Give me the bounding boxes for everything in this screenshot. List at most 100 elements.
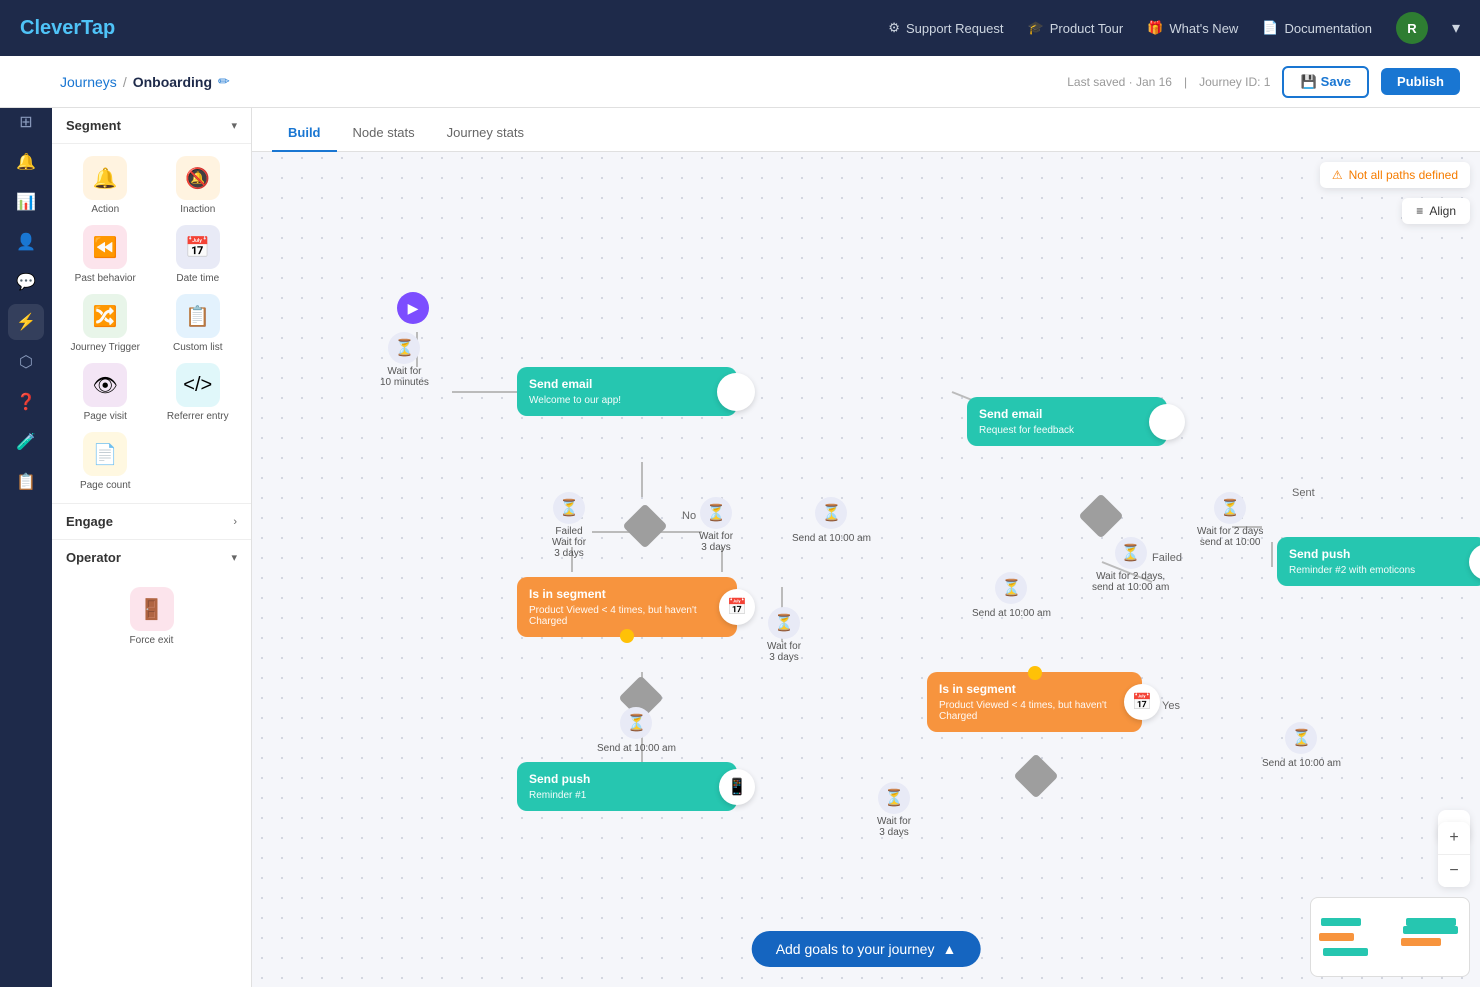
page-count-label: Page count xyxy=(80,480,131,491)
engage-row[interactable]: Engage › xyxy=(52,504,251,539)
send-at-10am-4-node[interactable]: ⏳ Send at 10:00 am xyxy=(1262,722,1341,769)
breadcrumb-parent[interactable]: Journeys xyxy=(60,74,117,90)
send-push-2-node[interactable]: Send push Reminder #2 with emoticons 📱 xyxy=(1277,537,1480,586)
wait-3days-icon: ⏳ xyxy=(700,497,732,529)
sidebar-support-icon[interactable]: ❓ xyxy=(8,384,44,420)
segment-1-node[interactable]: Is in segment Product Viewed < 4 times, … xyxy=(517,577,737,637)
sidebar-reports-icon[interactable]: 📋 xyxy=(8,464,44,500)
custom-list-label: Custom list xyxy=(173,342,222,353)
segment-chevron-icon: ▾ xyxy=(231,119,237,132)
send-at-10am-1-node[interactable]: ⏳ Send at 10:00 am xyxy=(792,497,871,544)
force-exit-node-item[interactable]: 🚪 Force exit xyxy=(52,575,251,658)
left-sidebar: DE ▾ ⊞ 🔔 📊 👤 💬 ⚡ ⬡ ❓ 🧪 📋 xyxy=(0,56,52,987)
engage-label: Engage xyxy=(66,514,113,529)
send-push-1-node[interactable]: Send push Reminder #1 📱 xyxy=(517,762,737,811)
second-bar-right: Last saved · Jan 16 | Journey ID: 1 💾 Sa… xyxy=(1067,66,1460,98)
mini-map-inner xyxy=(1311,898,1469,976)
sidebar-segments-icon[interactable]: ⬡ xyxy=(8,344,44,380)
page-visit-node-item[interactable]: 👁 Page visit xyxy=(64,363,147,422)
segment-2-node[interactable]: Is in segment Product Viewed < 4 times, … xyxy=(927,672,1142,732)
save-button[interactable]: 💾 Save xyxy=(1282,66,1369,98)
add-goals-chevron: ▲ xyxy=(942,941,956,957)
publish-button[interactable]: Publish xyxy=(1381,68,1460,95)
wait-2days-sent-label: Wait for 2 dayssend at 10:00 xyxy=(1197,526,1263,548)
engage-section: Engage › xyxy=(52,503,251,539)
wait-3days-mid-node[interactable]: ⏳ Wait for3 days xyxy=(767,607,801,663)
custom-list-icon-box: 📋 xyxy=(176,294,220,338)
journey-id-text: Journey ID: 1 xyxy=(1199,75,1270,89)
inaction-node-item[interactable]: 🔕 Inaction xyxy=(157,156,240,215)
sidebar-analytics-icon[interactable]: 📊 xyxy=(8,184,44,220)
journey-trigger-node-item[interactable]: 🔀 Journey Trigger xyxy=(64,294,147,353)
action-node-item[interactable]: 🔔 Action xyxy=(64,156,147,215)
segment-2-badge: 📅 xyxy=(1124,684,1160,720)
operator-row[interactable]: Operator ▾ xyxy=(52,540,251,575)
datetime-label: Date time xyxy=(176,273,219,284)
user-avatar[interactable]: R xyxy=(1396,12,1428,44)
support-icon: ⚙ xyxy=(888,20,900,36)
custom-list-node-item[interactable]: 📋 Custom list xyxy=(157,294,240,353)
send-email-1-title: Send email xyxy=(529,377,725,391)
past-behavior-node-item[interactable]: ⏪ Past behavior xyxy=(64,225,147,284)
sidebar-experiments-icon[interactable]: 🧪 xyxy=(8,424,44,460)
nav-links: ⚙ Support Request 🎓 Product Tour 🎁 What'… xyxy=(888,12,1460,44)
decision-diamond-1[interactable] xyxy=(622,503,667,548)
wait-10min-node[interactable]: ⏳ Wait for10 minutes xyxy=(380,332,429,388)
sidebar-home-icon[interactable]: ⊞ xyxy=(8,104,44,140)
page-count-icon-box: 📄 xyxy=(83,432,127,476)
send-at-10am-2-node[interactable]: ⏳ Send at 10:00 am xyxy=(597,707,676,754)
wait-3days-mid-icon: ⏳ xyxy=(768,607,800,639)
datetime-node-item[interactable]: 📅 Date time xyxy=(157,225,240,284)
sidebar-campaigns-icon[interactable]: 💬 xyxy=(8,264,44,300)
page-count-node-item[interactable]: 📄 Page count xyxy=(64,432,147,491)
support-request-link[interactable]: ⚙ Support Request xyxy=(888,20,1003,36)
wait-3days-node[interactable]: ⏳ Wait for3 days xyxy=(699,497,733,553)
operator-section: Operator ▾ xyxy=(52,539,251,575)
segment-2-subtitle: Product Viewed < 4 times, but haven't Ch… xyxy=(939,700,1130,722)
align-icon: ≡ xyxy=(1416,204,1423,218)
build-tab[interactable]: Build xyxy=(272,115,337,152)
referrer-node-item[interactable]: </> Referrer entry xyxy=(157,363,240,422)
product-tour-link[interactable]: 🎓 Product Tour xyxy=(1028,20,1124,36)
save-icon: 💾 xyxy=(1300,74,1316,90)
gift-icon: 🎁 xyxy=(1147,20,1163,36)
inaction-label: Inaction xyxy=(180,204,215,215)
datetime-icon-box: 📅 xyxy=(176,225,220,269)
whats-new-link[interactable]: 🎁 What's New xyxy=(1147,20,1238,36)
action-label: Action xyxy=(91,204,119,215)
sidebar-notifications-icon[interactable]: 🔔 xyxy=(8,144,44,180)
user-chevron-icon[interactable]: ▾ xyxy=(1452,18,1460,38)
journey-stats-tab[interactable]: Journey stats xyxy=(431,115,540,152)
zoom-out-button[interactable]: − xyxy=(1438,855,1470,887)
align-button[interactable]: ≡ Align xyxy=(1402,198,1470,224)
segment-header[interactable]: Segment ▾ xyxy=(52,108,251,144)
segment-label: Segment xyxy=(66,118,121,133)
wait-2days-failed-node[interactable]: ⏳ Wait for 2 days,send at 10:00 am xyxy=(1092,537,1169,593)
doc-icon: 📄 xyxy=(1262,20,1278,36)
send-email-1-node[interactable]: Send email Welcome to our app! ✉ xyxy=(517,367,737,416)
wait-3days-failed-node[interactable]: ⏳ FailedWait for3 days xyxy=(552,492,586,559)
node-stats-tab[interactable]: Node stats xyxy=(337,115,431,152)
edit-icon[interactable]: ✏ xyxy=(218,73,230,90)
segment-1-badge: 📅 xyxy=(719,589,755,625)
send-at-10am-3-node[interactable]: ⏳ Send at 10:00 am xyxy=(972,572,1051,619)
sidebar-users-icon[interactable]: 👤 xyxy=(8,224,44,260)
decision-diamond-4[interactable] xyxy=(1013,753,1058,798)
wait-3days-bottom-node[interactable]: ⏳ Wait for3 days xyxy=(877,782,911,838)
wait-icon: ⏳ xyxy=(388,332,420,364)
second-bar: Journeys / Onboarding ✏ Last saved · Jan… xyxy=(0,56,1480,108)
zoom-in-button[interactable]: + xyxy=(1438,822,1470,854)
decision-diamond-3[interactable] xyxy=(1078,493,1123,538)
warning-text: Not all paths defined xyxy=(1349,168,1458,182)
documentation-link[interactable]: 📄 Documentation xyxy=(1262,20,1372,36)
send-email-2-node[interactable]: Send email Request for feedback ✉ xyxy=(967,397,1167,446)
sidebar-journeys-icon[interactable]: ⚡ xyxy=(8,304,44,340)
action-icon-box: 🔔 xyxy=(83,156,127,200)
sub-tabs: Build Node stats Journey stats xyxy=(252,108,1480,152)
wait-2days-sent-node[interactable]: ⏳ Wait for 2 dayssend at 10:00 xyxy=(1197,492,1263,548)
warning-icon: ⚠ xyxy=(1332,168,1343,182)
page-visit-icon-box: 👁 xyxy=(83,363,127,407)
wait-3days-failed-label: FailedWait for3 days xyxy=(552,526,586,559)
logo: CleverTap xyxy=(20,17,115,40)
add-goals-bar[interactable]: Add goals to your journey ▲ xyxy=(752,931,981,967)
